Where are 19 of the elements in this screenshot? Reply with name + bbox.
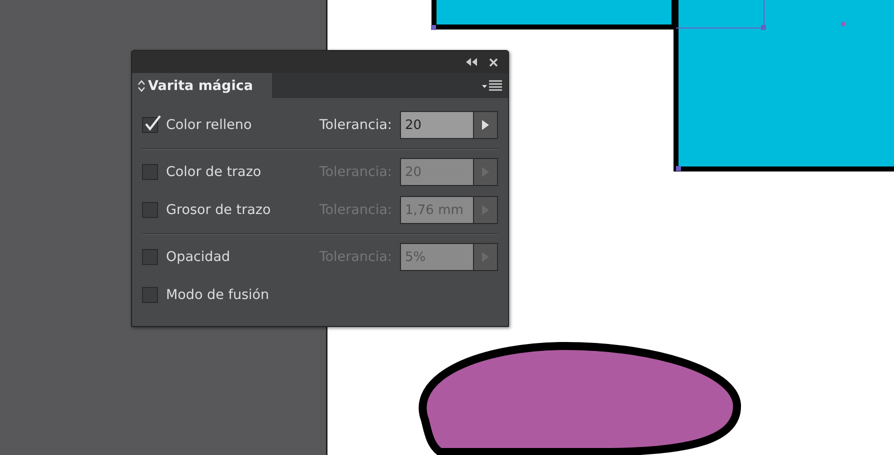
slider-popup-button[interactable] [474,111,498,139]
option-label: Modo de fusión [166,287,270,303]
collapse-icon[interactable] [466,58,477,66]
option-label: Color de trazo [166,164,262,180]
panel-menu-icon[interactable] [482,80,502,92]
play-triangle-icon [482,120,489,130]
option-label: Opacidad [166,249,232,265]
slider-popup-button[interactable] [474,158,498,186]
slider-popup-button[interactable] [474,196,498,224]
panel-tab[interactable]: Varita mágica [132,73,272,98]
sort-arrows-icon [138,80,145,92]
tolerance-label: Tolerancia: [319,117,392,133]
tolerance-field[interactable]: 20 [400,111,474,139]
checkbox[interactable] [142,117,158,133]
close-icon[interactable] [489,58,498,66]
checkbox[interactable] [142,287,158,303]
slider-popup-button[interactable] [474,243,498,271]
option-label: Color relleno [166,117,253,133]
option-label: Grosor de trazo [166,202,272,218]
